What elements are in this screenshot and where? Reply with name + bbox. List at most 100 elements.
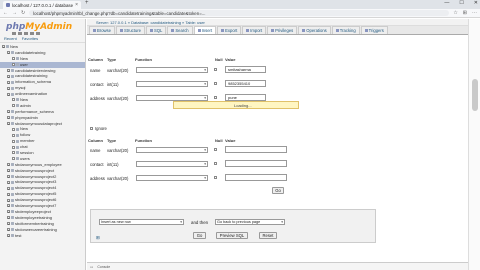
expand-icon[interactable]: +: [7, 186, 10, 190]
sidebar-tab-recent[interactable]: Recent: [4, 36, 17, 41]
maximize-button[interactable]: ☐: [459, 0, 463, 6]
tab-import[interactable]: Import: [242, 26, 267, 34]
tab-insert[interactable]: Insert: [193, 26, 217, 34]
after-insert-select[interactable]: Go back to previous page: [215, 219, 285, 225]
tab-tracking[interactable]: Tracking: [331, 26, 360, 34]
value-input[interactable]: [225, 160, 287, 167]
expand-icon[interactable]: +: [7, 169, 10, 173]
reload-icon[interactable]: ↻: [21, 10, 25, 16]
console-bar[interactable]: ▭ Console: [87, 262, 468, 270]
tab-operations[interactable]: Operations: [298, 26, 331, 34]
expand-icon[interactable]: [12, 145, 15, 149]
tab-triggers[interactable]: Triggers: [360, 26, 388, 34]
expand-icon[interactable]: [12, 151, 15, 155]
value-input[interactable]: [225, 174, 287, 181]
function-select[interactable]: [136, 81, 208, 87]
expand-icon[interactable]: [12, 57, 15, 61]
function-select[interactable]: [136, 175, 208, 181]
expand-icon[interactable]: +: [7, 80, 10, 84]
insert-mode-select[interactable]: Insert as new row: [99, 219, 184, 225]
expand-icon[interactable]: [12, 139, 15, 143]
function-select[interactable]: [136, 161, 208, 167]
expand-icon[interactable]: [12, 98, 15, 102]
value-input[interactable]: smitasharma: [225, 66, 266, 73]
menu-icon[interactable]: ⋯: [472, 10, 477, 16]
tab-browse[interactable]: Browse: [89, 26, 115, 34]
tab-export[interactable]: Export: [217, 26, 242, 34]
expand-icon[interactable]: +: [7, 175, 10, 179]
tab-label: Triggers: [368, 28, 384, 33]
tab-sql[interactable]: SQL: [145, 26, 167, 34]
expand-icon[interactable]: +: [7, 222, 10, 226]
tab-search[interactable]: Search: [167, 26, 193, 34]
expand-icon[interactable]: +: [7, 233, 10, 237]
null-checkbox[interactable]: [214, 148, 217, 151]
expand-icon[interactable]: +: [7, 163, 10, 167]
forward-icon[interactable]: →: [12, 10, 17, 16]
expand-icon[interactable]: [12, 104, 15, 108]
go-button-form[interactable]: Go: [272, 187, 284, 194]
tab-structure[interactable]: Structure: [115, 26, 145, 34]
settings-icon[interactable]: [30, 32, 34, 35]
null-checkbox[interactable]: [214, 82, 217, 85]
expand-icon[interactable]: [12, 133, 15, 137]
database-icon: [11, 92, 14, 96]
expand-icon[interactable]: +: [7, 180, 10, 184]
null-checkbox[interactable]: [214, 68, 217, 71]
tab-privileges[interactable]: Privileges: [267, 26, 298, 34]
database-icon: [16, 104, 19, 108]
page-scrollbar[interactable]: [468, 19, 480, 270]
null-checkbox[interactable]: [214, 96, 217, 99]
expand-icon[interactable]: +: [7, 198, 10, 202]
reset-button[interactable]: Reset: [259, 232, 277, 239]
extensions-icon[interactable]: ⊞: [463, 10, 467, 16]
close-window-button[interactable]: ✕: [474, 0, 478, 6]
expand-icon[interactable]: +: [7, 216, 10, 220]
tree-item[interactable]: + test: [0, 233, 85, 239]
new-tab-button[interactable]: +: [85, 0, 89, 6]
expand-icon[interactable]: +: [7, 204, 10, 208]
expand-icon[interactable]: +: [7, 110, 10, 114]
expand-icon[interactable]: [12, 63, 15, 67]
expand-icon[interactable]: +: [7, 69, 10, 73]
ignore-checkbox[interactable]: [90, 127, 93, 130]
sidebar-tabs: Recent Favorites: [0, 36, 85, 43]
preview-sql-button[interactable]: Preview SQL: [216, 232, 248, 239]
function-select[interactable]: [136, 67, 208, 73]
expand-icon[interactable]: +: [7, 116, 10, 120]
value-input[interactable]: 9852355410: [225, 80, 266, 87]
expand-icon[interactable]: +: [7, 122, 10, 126]
expand-icon[interactable]: +: [7, 86, 10, 90]
null-checkbox[interactable]: [214, 162, 217, 165]
sql-icon[interactable]: [24, 32, 28, 35]
expand-icon[interactable]: +: [7, 228, 10, 232]
logout-icon[interactable]: [18, 32, 22, 35]
browser-tab[interactable]: localhost / 127.0.0.1 / database ×: [3, 1, 81, 9]
expand-icon[interactable]: +: [7, 210, 10, 214]
null-checkbox[interactable]: [214, 176, 217, 179]
value-input[interactable]: pune: [225, 94, 266, 101]
back-icon[interactable]: ←: [3, 10, 8, 16]
ignore-option[interactable]: Ignore: [90, 126, 107, 131]
sidebar-tab-favorites[interactable]: Favorites: [22, 36, 38, 41]
expand-icon[interactable]: +: [2, 45, 5, 49]
expand-icon[interactable]: +: [7, 92, 10, 96]
phpmyadmin-favicon-icon: [6, 3, 10, 7]
expand-icon[interactable]: [12, 157, 15, 161]
expand-icon[interactable]: +: [7, 192, 10, 196]
expand-icon[interactable]: +: [7, 74, 10, 78]
database-icon: [11, 80, 14, 84]
star-icon[interactable]: ☆: [453, 10, 457, 16]
phpmyadmin-logo[interactable]: phpMyAdmin: [0, 19, 85, 32]
function-select[interactable]: [136, 147, 208, 153]
home-icon[interactable]: [12, 32, 16, 35]
tab-close-icon[interactable]: ×: [75, 2, 78, 8]
scrollbar-thumb[interactable]: [472, 79, 478, 111]
value-input[interactable]: [225, 146, 287, 153]
url-field[interactable]: localhost/phpmyadmin/tbl_change.php?db=c…: [29, 10, 450, 16]
minimize-button[interactable]: —: [444, 0, 449, 6]
go-button[interactable]: Go: [193, 232, 206, 239]
reload-nav-icon[interactable]: [36, 32, 40, 35]
expand-icon[interactable]: +: [7, 51, 10, 55]
expand-icon[interactable]: [12, 127, 15, 131]
